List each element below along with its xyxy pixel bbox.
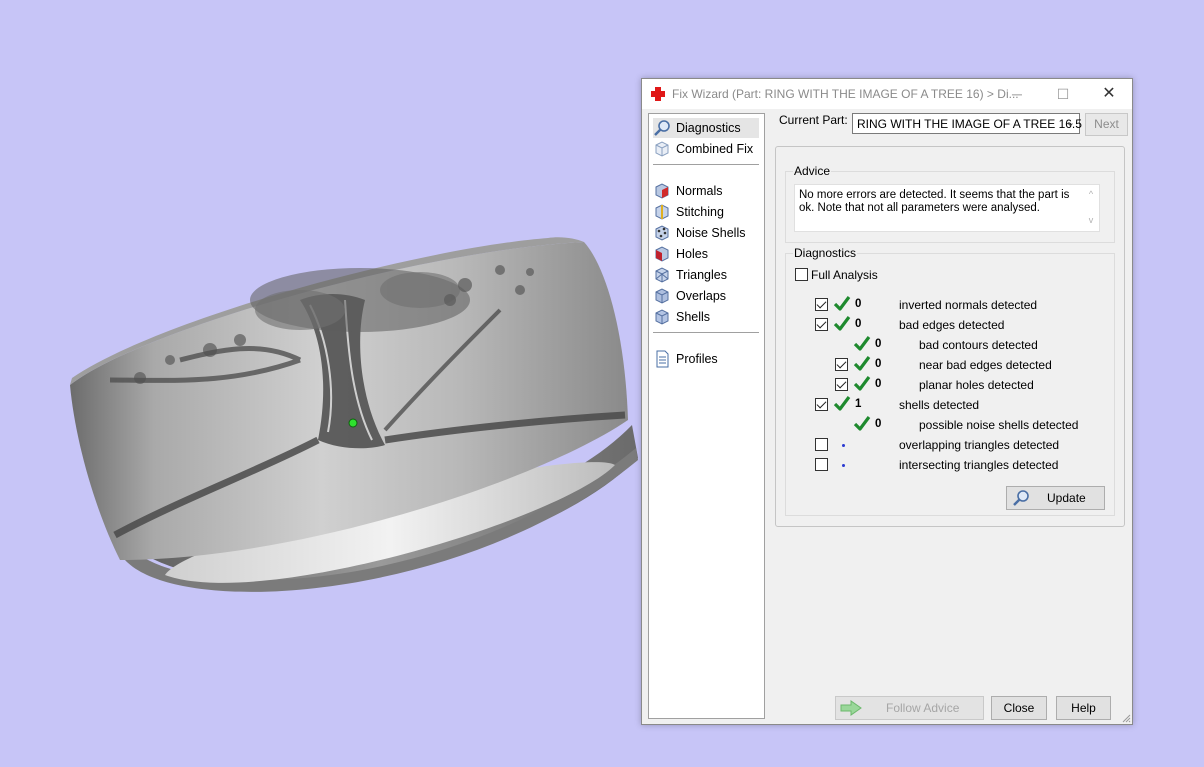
nav-item-noise-shells[interactable]: Noise Shells xyxy=(653,223,759,243)
nav-item-shells[interactable]: Shells xyxy=(653,307,759,327)
green-check-icon xyxy=(833,296,851,311)
nav-label: Normals xyxy=(676,184,723,198)
bad-edges-checkbox[interactable] xyxy=(815,318,828,331)
noise-shells-count: 0 xyxy=(875,418,882,430)
stitching-cube-icon xyxy=(655,204,669,220)
scroll-up-icon[interactable]: ^ xyxy=(1083,189,1099,199)
shells-count: 1 xyxy=(855,398,862,410)
chevron-down-icon: ⌄ xyxy=(1065,117,1075,129)
follow-advice-label: Follow Advice xyxy=(886,701,960,715)
close-window-button[interactable]: ✕ xyxy=(1086,79,1132,109)
overlapping-triangles-label: overlapping triangles detected xyxy=(899,438,1060,452)
arrow-right-icon xyxy=(840,700,862,716)
near-bad-edges-label: near bad edges detected xyxy=(919,358,1052,372)
inverted-normals-count: 0 xyxy=(855,298,862,310)
diagnostics-group: Diagnostics Full Analysis 0 inverted nor… xyxy=(785,246,1115,516)
minimize-button[interactable]: ─ xyxy=(994,79,1040,109)
update-label: Update xyxy=(1047,491,1086,505)
nav-label: Combined Fix xyxy=(676,142,754,156)
full-analysis-label: Full Analysis xyxy=(811,268,878,282)
diagnostics-panel: Advice No more errors are detected. It s… xyxy=(775,146,1125,527)
inverted-normals-checkbox[interactable] xyxy=(815,298,828,311)
inverted-normals-label: inverted normals detected xyxy=(899,298,1038,312)
noise-shells-icon xyxy=(655,225,669,241)
near-bad-edges-checkbox[interactable] xyxy=(835,358,848,371)
nav-item-holes[interactable]: Holes xyxy=(653,244,759,264)
scroll-down-icon[interactable]: v xyxy=(1083,215,1099,225)
red-cross-icon xyxy=(651,87,665,101)
nav-item-profiles[interactable]: Profiles xyxy=(653,349,759,369)
advice-text: No more errors are detected. It seems th… xyxy=(799,189,1070,214)
shells-checkbox[interactable] xyxy=(815,398,828,411)
wizard-nav-panel: Diagnostics Combined Fix Normals Stitchi… xyxy=(648,113,765,719)
overlapping-triangles-checkbox[interactable] xyxy=(815,438,828,451)
advice-title: Advice xyxy=(793,164,832,178)
pending-dot-icon xyxy=(842,444,845,447)
window-title: Fix Wizard (Part: RING WITH THE IMAGE OF… xyxy=(672,87,1019,101)
overlaps-cube-icon xyxy=(655,288,669,304)
current-part-select[interactable]: RING WITH THE IMAGE OF A TREE 16.5 ⌄ xyxy=(852,113,1082,134)
nav-label: Shells xyxy=(676,310,711,324)
magnifier-icon xyxy=(654,120,670,136)
fix-wizard-dialog: Fix Wizard (Part: RING WITH THE IMAGE OF… xyxy=(641,78,1133,725)
green-check-icon xyxy=(853,376,871,391)
advice-group: Advice No more errors are detected. It s… xyxy=(785,164,1115,243)
bad-edges-count: 0 xyxy=(855,318,862,330)
next-button[interactable]: Next xyxy=(1085,113,1128,136)
current-part-label: Current Part: xyxy=(779,113,848,127)
green-check-icon xyxy=(853,336,871,351)
noise-shells-label: possible noise shells detected xyxy=(919,418,1079,432)
planar-holes-checkbox[interactable] xyxy=(835,378,848,391)
planar-holes-label: planar holes detected xyxy=(919,378,1034,392)
nav-item-normals[interactable]: Normals xyxy=(653,181,759,201)
bad-edges-label: bad edges detected xyxy=(899,318,1005,332)
nav-item-combined-fix[interactable]: Combined Fix xyxy=(653,139,759,159)
near-bad-edges-count: 0 xyxy=(875,358,882,370)
nav-label: Holes xyxy=(676,247,708,261)
nav-divider xyxy=(653,164,759,165)
normals-cube-icon xyxy=(655,183,669,199)
nav-label: Stitching xyxy=(676,205,724,219)
magnifier-icon xyxy=(1013,490,1029,506)
cube-icon xyxy=(655,141,669,157)
nav-label: Noise Shells xyxy=(676,226,746,240)
planar-holes-count: 0 xyxy=(875,378,882,390)
holes-cube-icon xyxy=(655,246,669,262)
help-button[interactable]: Help xyxy=(1056,696,1111,720)
green-check-icon xyxy=(833,396,851,411)
nav-label: Profiles xyxy=(676,352,718,366)
update-button[interactable]: Update xyxy=(1006,486,1105,510)
green-check-icon xyxy=(853,416,871,431)
nav-divider xyxy=(653,332,759,333)
nav-item-overlaps[interactable]: Overlaps xyxy=(653,286,759,306)
diagnostics-title: Diagnostics xyxy=(793,246,858,260)
document-icon xyxy=(656,350,669,368)
advice-scrollbar[interactable]: ^ v xyxy=(1083,185,1099,231)
maximize-button[interactable]: ☐ xyxy=(1040,79,1086,109)
nav-label: Overlaps xyxy=(676,289,727,303)
green-check-icon xyxy=(833,316,851,331)
current-part-value: RING WITH THE IMAGE OF A TREE 16.5 xyxy=(857,117,1082,131)
pending-dot-icon xyxy=(842,464,845,467)
bad-contours-count: 0 xyxy=(875,338,882,350)
title-bar[interactable]: Fix Wizard (Part: RING WITH THE IMAGE OF… xyxy=(642,79,1132,109)
shells-cube-icon xyxy=(655,309,669,325)
shells-label: shells detected xyxy=(899,398,980,412)
full-analysis-checkbox[interactable] xyxy=(795,268,808,281)
close-button[interactable]: Close xyxy=(991,696,1047,720)
nav-item-diagnostics[interactable]: Diagnostics xyxy=(653,118,759,138)
triangles-cube-icon xyxy=(655,267,669,283)
nav-item-stitching[interactable]: Stitching xyxy=(653,202,759,222)
bad-contours-label: bad contours detected xyxy=(919,338,1038,352)
nav-label: Diagnostics xyxy=(676,121,741,135)
intersecting-triangles-checkbox[interactable] xyxy=(815,458,828,471)
advice-text-box[interactable]: No more errors are detected. It seems th… xyxy=(794,184,1100,232)
intersecting-triangles-label: intersecting triangles detected xyxy=(899,458,1059,472)
follow-advice-button[interactable]: Follow Advice xyxy=(835,696,984,720)
green-check-icon xyxy=(853,356,871,371)
resize-grip-icon[interactable] xyxy=(1121,713,1131,723)
nav-item-triangles[interactable]: Triangles xyxy=(653,265,759,285)
nav-label: Triangles xyxy=(676,268,727,282)
